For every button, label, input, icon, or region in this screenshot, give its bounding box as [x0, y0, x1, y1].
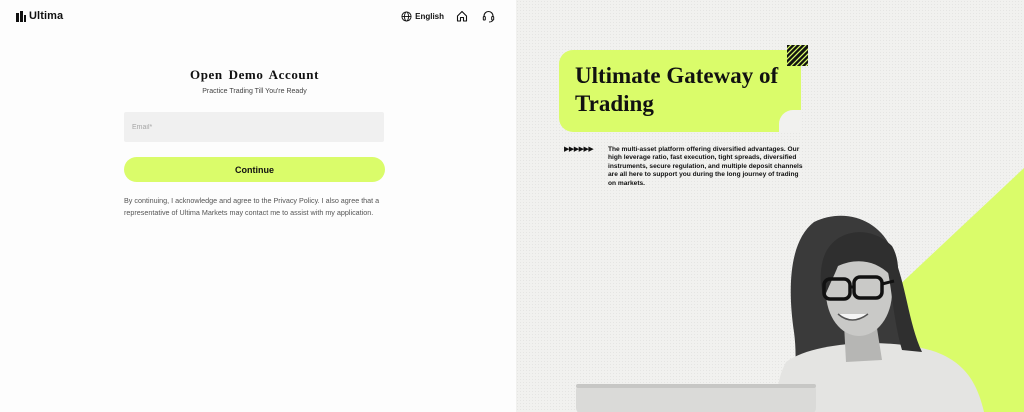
- brand-logo[interactable]: Ultima: [16, 10, 63, 22]
- signup-panel: Ultima English Open Demo Account Practic…: [0, 0, 516, 412]
- continue-button[interactable]: Continue: [124, 157, 385, 182]
- support-button[interactable]: [480, 8, 496, 24]
- language-label: English: [415, 11, 444, 21]
- home-button[interactable]: [454, 8, 470, 24]
- language-selector[interactable]: English: [401, 10, 444, 22]
- header-actions: English: [401, 8, 496, 24]
- arrows-icon: ▶▶▶▶▶▶: [564, 146, 594, 153]
- email-field[interactable]: [124, 112, 384, 142]
- promo-headline: Ultimate Gateway of Trading: [575, 63, 779, 116]
- woman-laptop-photo: [576, 215, 984, 412]
- promo-description: The multi-asset platform offering divers…: [608, 146, 803, 187]
- page: Ultima English Open Demo Account Practic…: [0, 0, 1024, 412]
- globe-icon: [401, 10, 412, 22]
- headset-icon: [482, 10, 494, 22]
- brand-name: Ultima: [29, 10, 64, 22]
- form-title: Open Demo Account: [189, 67, 320, 82]
- home-icon: [456, 10, 468, 22]
- logo-icon: [16, 10, 26, 22]
- promo-panel: Ultimate Gateway of Trading ▶▶▶▶▶▶ The m…: [516, 0, 1024, 412]
- legal-notice: By continuing, I acknowledge and agree t…: [124, 196, 380, 217]
- headline-card: Ultimate Gateway of Trading: [559, 50, 801, 132]
- form-subtitle: Practice Trading Till You're Ready: [202, 88, 307, 95]
